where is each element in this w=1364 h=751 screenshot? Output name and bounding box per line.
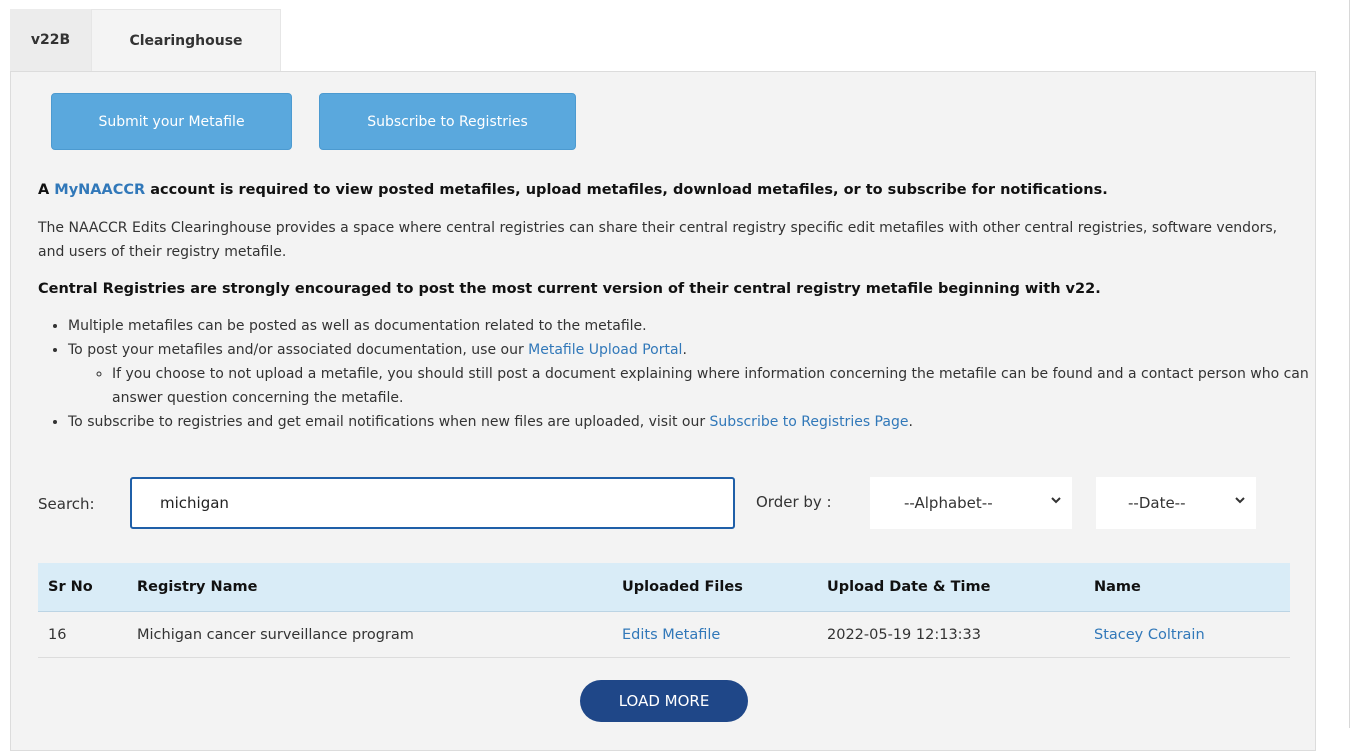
edits-metafile-link[interactable]: Edits Metafile bbox=[622, 627, 720, 643]
header-upload-date: Upload Date & Time bbox=[817, 563, 1084, 612]
encourage-notice: Central Registries are strongly encourag… bbox=[38, 281, 1101, 297]
submit-metafile-button[interactable]: Submit your Metafile bbox=[51, 93, 292, 150]
date-select[interactable]: --Date-- bbox=[1096, 477, 1256, 529]
cell-uploaded-file: Edits Metafile bbox=[612, 611, 817, 658]
load-more-button[interactable]: LOAD MORE bbox=[580, 680, 748, 722]
scrollbar[interactable] bbox=[1349, 0, 1350, 728]
cell-upload-date: 2022-05-19 12:13:33 bbox=[817, 611, 1084, 658]
uploader-name-link[interactable]: Stacey Coltrain bbox=[1094, 627, 1205, 643]
table-header-row: Sr No Registry Name Uploaded Files Uploa… bbox=[38, 563, 1290, 612]
list-item: To post your metafiles and/or associated… bbox=[68, 338, 1318, 410]
subscribe-registries-page-link[interactable]: Subscribe to Registries Page bbox=[710, 414, 909, 430]
tab-bar: v22B Clearinghouse bbox=[10, 9, 281, 71]
info-list: Multiple metafiles can be posted as well… bbox=[38, 314, 1318, 434]
sub-list: If you choose to not upload a metafile, … bbox=[68, 362, 1318, 410]
list-item: If you choose to not upload a metafile, … bbox=[112, 362, 1318, 410]
table-row: 16 Michigan cancer surveillance program … bbox=[38, 611, 1290, 658]
order-by-label: Order by : bbox=[756, 493, 832, 511]
alphabet-select-value: --Alphabet-- bbox=[904, 494, 993, 512]
cell-registry-name: Michigan cancer surveillance program bbox=[127, 611, 612, 658]
list-item: Multiple metafiles can be posted as well… bbox=[68, 314, 1318, 338]
list-item: To subscribe to registries and get email… bbox=[68, 410, 1318, 434]
header-registry-name: Registry Name bbox=[127, 563, 612, 612]
header-name: Name bbox=[1084, 563, 1290, 612]
alphabet-select[interactable]: --Alphabet-- bbox=[870, 477, 1072, 529]
metafile-upload-portal-link[interactable]: Metafile Upload Portal bbox=[528, 342, 682, 358]
search-input[interactable] bbox=[130, 477, 735, 529]
chevron-down-icon bbox=[1235, 497, 1245, 504]
date-select-value: --Date-- bbox=[1128, 494, 1186, 512]
header-sr-no: Sr No bbox=[38, 563, 127, 612]
search-label: Search: bbox=[38, 495, 95, 513]
subscribe-registries-button[interactable]: Subscribe to Registries bbox=[319, 93, 576, 150]
results-table: Sr No Registry Name Uploaded Files Uploa… bbox=[38, 563, 1290, 658]
intro-paragraph: The NAACCR Edits Clearinghouse provides … bbox=[38, 220, 1278, 260]
mynaaccr-link[interactable]: MyNAACCR bbox=[54, 182, 145, 198]
tab-clearinghouse[interactable]: Clearinghouse bbox=[91, 9, 281, 71]
tab-v22b[interactable]: v22B bbox=[10, 9, 91, 71]
chevron-down-icon bbox=[1051, 497, 1061, 504]
account-notice: A MyNAACCR account is required to view p… bbox=[38, 182, 1108, 198]
header-uploaded-files: Uploaded Files bbox=[612, 563, 817, 612]
cell-sr-no: 16 bbox=[38, 611, 127, 658]
cell-name: Stacey Coltrain bbox=[1084, 611, 1290, 658]
